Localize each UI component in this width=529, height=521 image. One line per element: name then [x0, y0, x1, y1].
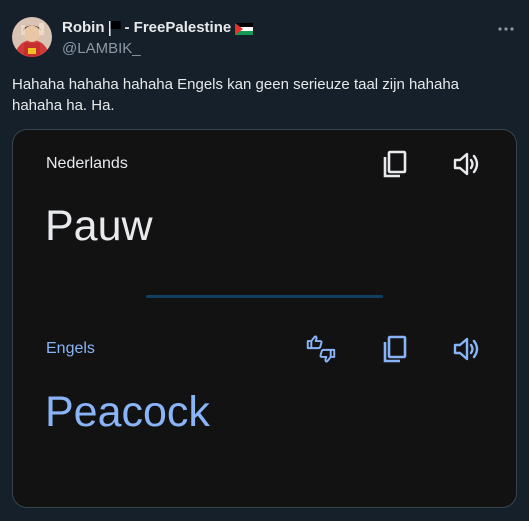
translation-card[interactable]: Nederlands Pauw Engels Peacock	[12, 129, 517, 508]
tweet: Robin - FreePalestine @LAMBIK_ Hahaha ha…	[0, 0, 529, 521]
user-handle[interactable]: @LAMBIK_	[62, 40, 141, 57]
black-flag-icon	[108, 20, 121, 36]
thumbs-feedback-icon[interactable]	[306, 334, 336, 364]
target-word: Peacock	[45, 388, 210, 436]
display-name-suffix[interactable]: - FreePalestine	[125, 19, 232, 36]
display-name-row[interactable]: Robin - FreePalestine	[62, 19, 254, 36]
speaker-icon[interactable]	[452, 334, 482, 364]
display-name[interactable]: Robin	[62, 19, 105, 36]
palestine-flag-icon	[235, 22, 254, 35]
source-word: Pauw	[45, 202, 153, 250]
more-dots-icon[interactable]	[497, 20, 515, 38]
copy-icon[interactable]	[380, 149, 410, 179]
source-language-label: Nederlands	[46, 155, 128, 172]
tweet-text: Hahaha hahaha hahaha Engels kan geen ser…	[12, 76, 460, 114]
target-language-label: Engels	[46, 340, 95, 357]
speaker-icon[interactable]	[452, 149, 482, 179]
divider	[146, 295, 383, 298]
copy-icon[interactable]	[380, 334, 410, 364]
avatar[interactable]	[12, 17, 52, 57]
